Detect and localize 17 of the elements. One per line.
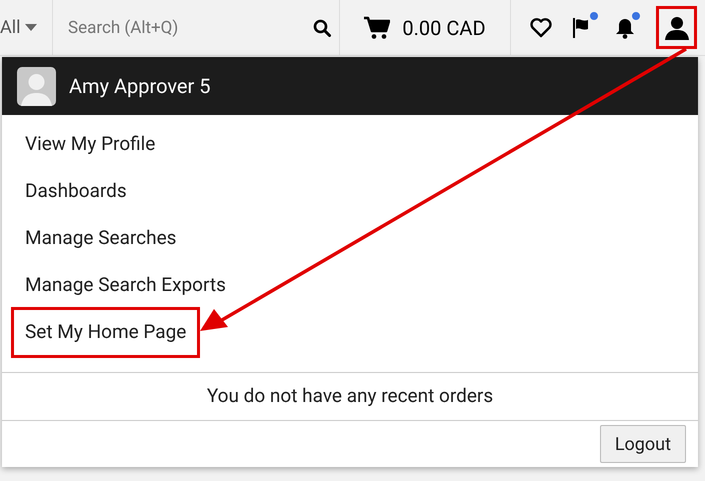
cart-button[interactable]: 0.00 CAD — [340, 0, 511, 55]
user-button[interactable] — [656, 6, 697, 49]
menu-item[interactable]: Set My Home Page — [11, 307, 200, 358]
cart-icon — [364, 16, 390, 40]
avatar — [17, 66, 56, 106]
caret-icon — [24, 24, 36, 32]
user-name: Amy Approver 5 — [69, 73, 211, 100]
menu-item[interactable]: View My Profile — [14, 122, 166, 167]
menu-item[interactable]: Dashboards — [14, 169, 138, 214]
user-icon — [664, 16, 688, 40]
heart-icon[interactable] — [530, 18, 552, 38]
menu-item[interactable]: Manage Searches — [14, 216, 188, 261]
recent-orders-message: You do not have any recent orders — [206, 383, 494, 410]
logout-button[interactable]: Logout — [600, 425, 686, 463]
bell-icon[interactable] — [614, 16, 636, 38]
search-icon[interactable] — [313, 19, 331, 37]
menu-item[interactable]: Manage Search Exports — [14, 263, 237, 308]
